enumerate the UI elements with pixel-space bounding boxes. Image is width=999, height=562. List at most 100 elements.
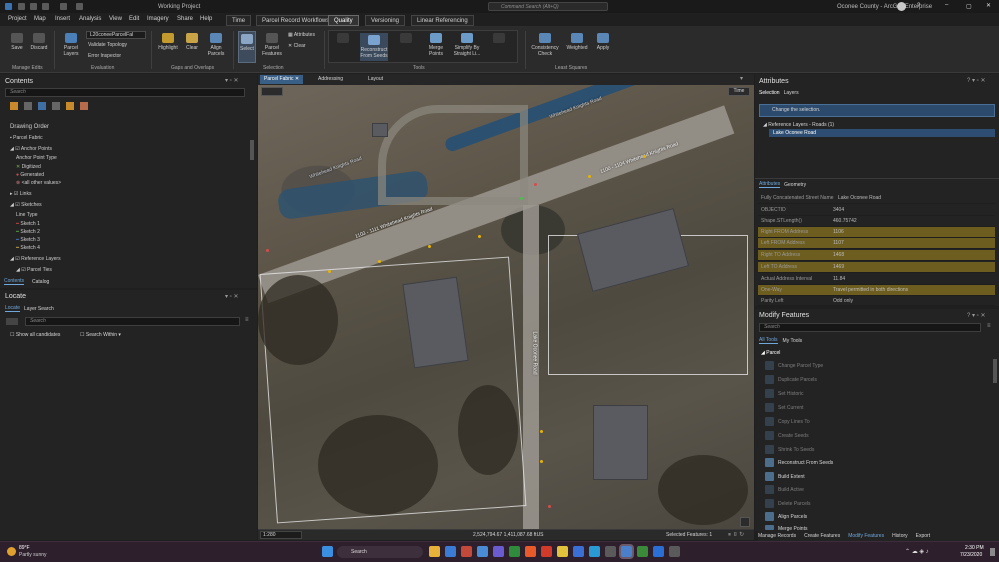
tab-contents[interactable]: Contents <box>4 278 25 285</box>
align-parcels-button[interactable]: Align Parcels <box>203 33 229 57</box>
locate-provider-icon[interactable] <box>6 318 18 325</box>
select-button[interactable]: Select <box>238 31 256 63</box>
new-icon[interactable] <box>18 3 25 10</box>
layer-links[interactable]: ▸ ☑ Links <box>10 191 31 197</box>
tab-create-features[interactable]: Create Features <box>804 533 840 539</box>
layer-parcel-ties[interactable]: ◢ ☑ Parcel Ties <box>16 267 52 273</box>
menu-icon[interactable]: ≡ <box>245 317 249 323</box>
tab-attributes[interactable]: Attributes <box>759 181 781 188</box>
tool-copy-lines-to[interactable]: Copy Lines To <box>778 419 810 425</box>
anchor-point[interactable] <box>520 197 523 200</box>
weather-icon[interactable] <box>7 547 16 556</box>
open-icon[interactable] <box>30 3 37 10</box>
tool-reconstruct-from-seeds[interactable]: Reconstruct From Seeds <box>778 460 833 466</box>
map-corner-icon[interactable] <box>740 517 750 527</box>
app-icon[interactable] <box>573 546 584 557</box>
avatar[interactable] <box>897 2 906 11</box>
map-view[interactable]: 1100 - 1104 Whitehead Knights Road 1103 … <box>258 85 754 529</box>
search-within-dropdown[interactable]: ☐ Search Within ▾ <box>80 332 121 338</box>
menu-imagery[interactable]: Imagery <box>147 16 169 22</box>
apply-button[interactable]: Apply <box>593 33 613 51</box>
pane-options-icon[interactable]: ▾ ▫ ✕ <box>225 77 239 84</box>
tool-change-parcel-type[interactable]: Change Parcel Type <box>778 363 823 369</box>
menu-help[interactable]: Help <box>200 16 212 22</box>
attribute-row[interactable]: Left FROM Address 1107 <box>758 238 995 249</box>
tool-shrink-to-seeds[interactable]: Shrink To Seeds <box>778 447 814 453</box>
notification-icon[interactable] <box>990 548 995 556</box>
command-search[interactable]: Command Search (Alt+Q) <box>488 2 608 11</box>
tab-quality[interactable]: Quality <box>328 15 359 26</box>
merge-points-button[interactable]: Merge Points <box>425 33 447 57</box>
edge-icon[interactable] <box>445 546 456 557</box>
menu-insert[interactable]: Insert <box>55 16 70 22</box>
app-icon[interactable] <box>653 546 664 557</box>
tab-geometry[interactable]: Geometry <box>784 182 806 188</box>
save-icon[interactable] <box>42 3 49 10</box>
splitter[interactable] <box>755 178 999 179</box>
app-icon[interactable] <box>509 546 520 557</box>
attribute-row[interactable]: Actual Address Interval 11.84 <box>758 274 995 285</box>
vertex[interactable] <box>328 270 331 273</box>
group-parcel[interactable]: ◢ Parcel <box>761 350 780 356</box>
change-selection-banner[interactable]: Change the selection. <box>759 104 995 117</box>
selected-features-count[interactable]: Selected Features: 1 <box>666 532 712 538</box>
layer-reference-layers[interactable]: ◢ ☑ Reference Layers <box>10 256 61 262</box>
attribute-row[interactable]: Parity Left Odd only <box>758 296 995 306</box>
layer-parcel-fabric[interactable]: ▪ Parcel Fabric <box>10 135 43 141</box>
tab-parcel-fabric[interactable]: Parcel Fabric ✕ <box>260 75 304 84</box>
selected-road-row[interactable]: Lake Oconee Road <box>769 129 995 137</box>
tab-parcel-record-workflows[interactable]: Parcel Record Workflows <box>256 15 336 26</box>
tab-layers[interactable]: Layers <box>784 90 799 96</box>
tab-manage-records[interactable]: Manage Records <box>758 533 796 539</box>
attribute-row[interactable]: OBJECTID 3404 <box>758 205 995 216</box>
discard-button[interactable]: Discard <box>28 33 50 51</box>
attributes-button[interactable]: ▦ Attributes <box>288 32 315 38</box>
scale-dropdown[interactable]: 1:280 <box>260 531 302 539</box>
vertex[interactable] <box>643 155 646 158</box>
pane-options-icon[interactable]: ▾ ▫ ✕ <box>225 293 239 300</box>
status-tools-icon[interactable]: ⏸ ▯ ↻ <box>728 531 744 539</box>
tab-export[interactable]: Export <box>916 533 930 539</box>
tab-versioning[interactable]: Versioning <box>365 15 406 26</box>
tool-set-current[interactable]: Set Current <box>778 405 804 411</box>
tab-layout[interactable]: Layout <box>364 75 387 84</box>
consistency-check-button[interactable]: Consistency Check <box>530 33 560 57</box>
anchor-point[interactable] <box>266 249 269 252</box>
pane-options-icon[interactable]: ? ▾ ▫ ✕ <box>967 312 986 319</box>
redo-icon[interactable] <box>76 3 83 10</box>
clear-selection-button[interactable]: ✕ Clear <box>288 43 306 49</box>
save-button[interactable]: Save <box>8 33 26 51</box>
contents-search[interactable]: Search <box>5 88 245 97</box>
vertex[interactable] <box>540 460 543 463</box>
tool-delete-parcels[interactable]: Delete Parcels <box>778 501 811 507</box>
attribute-row[interactable]: Fully Concatenated Street Name Lake Ocone… <box>758 193 995 204</box>
list-by-selection-icon[interactable] <box>38 102 46 110</box>
tool-duplicate-parcels[interactable]: Duplicate Parcels <box>778 377 817 383</box>
vertex[interactable] <box>378 260 381 263</box>
tab-all-tools[interactable]: All Tools <box>759 337 778 344</box>
list-by-drawing-order-icon[interactable] <box>10 102 18 110</box>
attribute-row[interactable]: Left TO Address 1469 <box>758 262 995 273</box>
parcel-layers-button[interactable]: Parcel Layers <box>59 33 83 57</box>
tab-selection[interactable]: Selection <box>759 90 780 96</box>
tab-linear-referencing[interactable]: Linear Referencing <box>411 15 474 26</box>
tool-build-extent[interactable]: Build Extent <box>778 474 805 480</box>
windows-start-icon[interactable] <box>322 546 333 557</box>
app-icon[interactable] <box>477 546 488 557</box>
file-explorer-icon[interactable] <box>429 546 440 557</box>
tool-build-active[interactable]: Build Active <box>778 487 804 493</box>
tab-locate[interactable]: Locate <box>5 305 21 312</box>
highlight-button[interactable]: Highlight <box>156 33 180 51</box>
attribute-row[interactable]: Right TO Address 1468 <box>758 250 995 261</box>
layer-anchor-points[interactable]: ◢ ☑ Anchor Points <box>10 146 52 152</box>
vertex[interactable] <box>540 430 543 433</box>
parcel-fabric-dropdown[interactable]: L20coneeParcelFal <box>86 31 146 39</box>
tab-overflow-icon[interactable]: ▾ <box>740 75 743 82</box>
tab-addressing[interactable]: Addressing <box>314 75 347 84</box>
pane-options-icon[interactable]: ? ▾ ▫ ✕ <box>967 77 986 84</box>
tab-time[interactable]: Time <box>226 15 252 26</box>
attribute-row[interactable]: One-Way Travel permitted in both directio… <box>758 285 995 296</box>
list-by-snapping-icon[interactable] <box>66 102 74 110</box>
app-icon[interactable] <box>589 546 600 557</box>
taskbar-search[interactable]: Search <box>337 546 423 558</box>
